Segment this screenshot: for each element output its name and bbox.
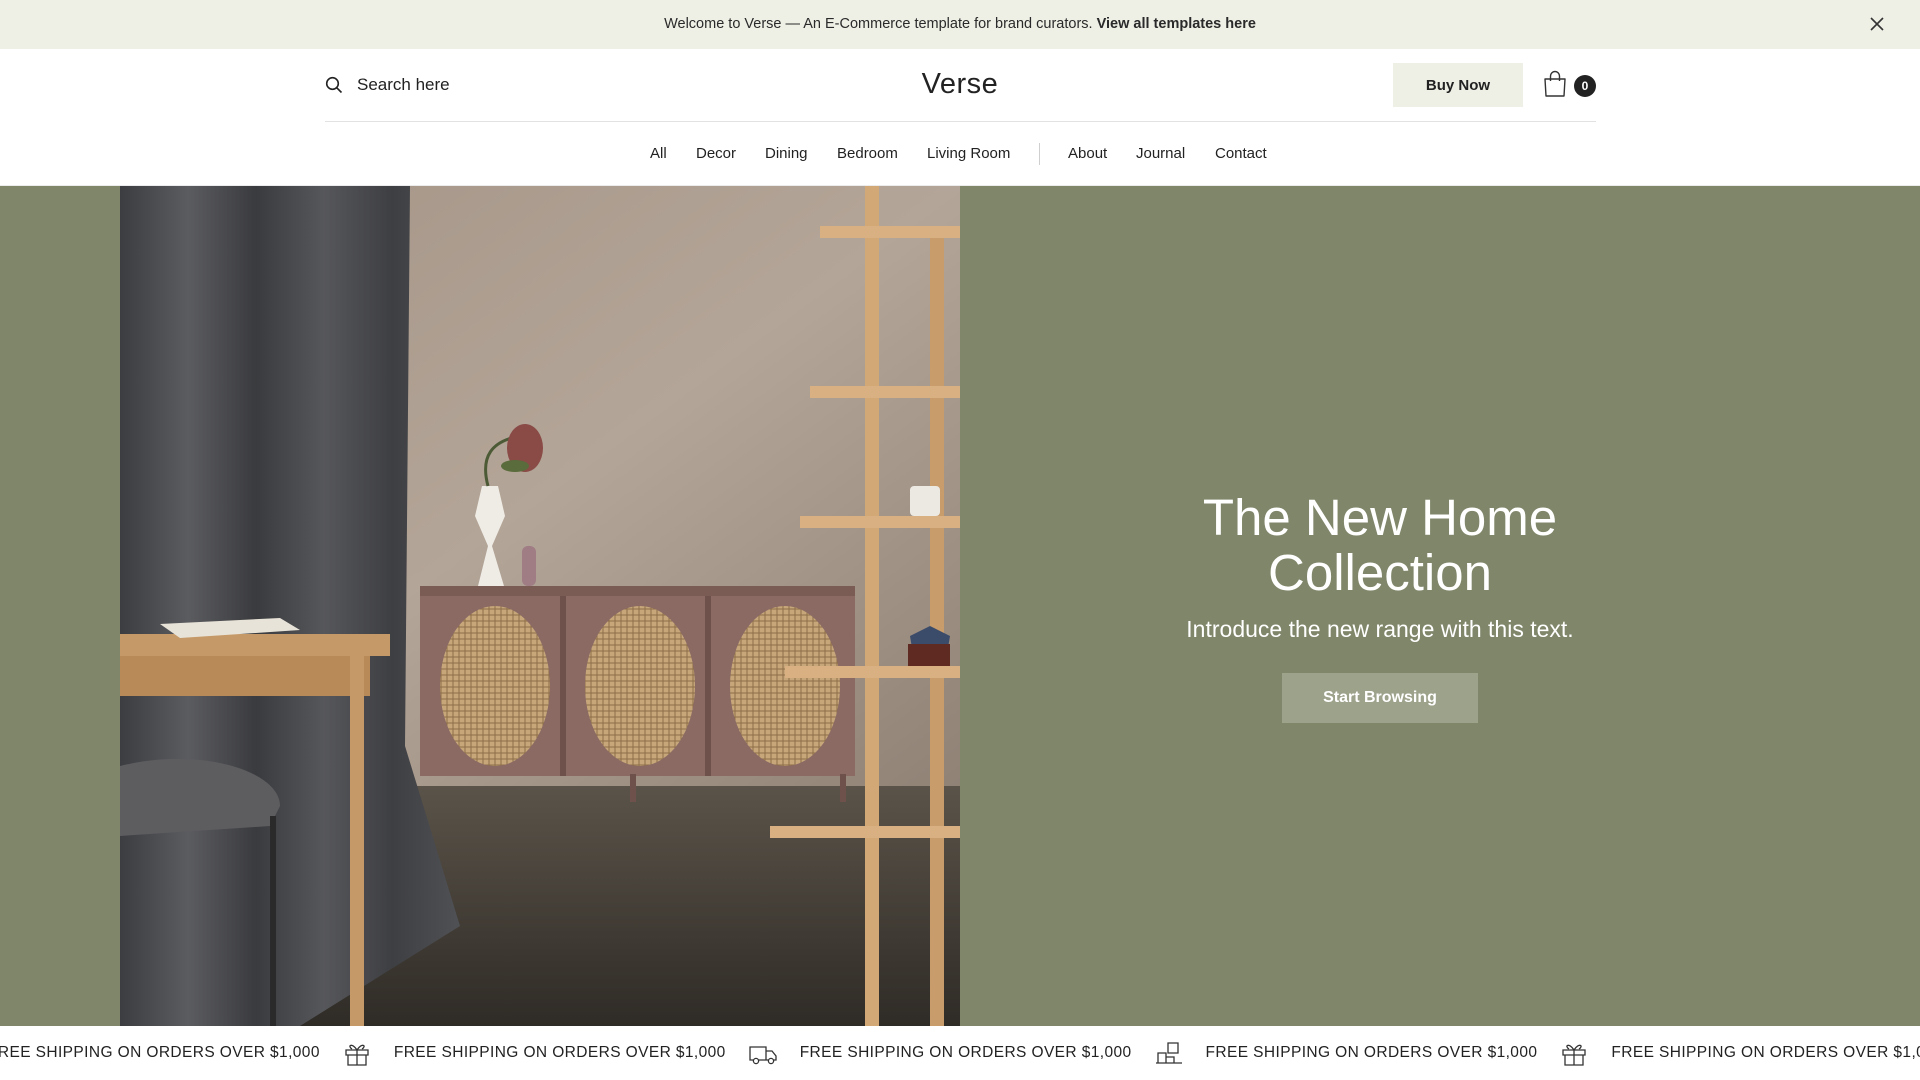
marquee-text: FREE SHIPPING ON ORDERS OVER $1,000 xyxy=(1611,1044,1920,1061)
shipping-marquee: FREE SHIPPING ON ORDERS OVER $1,000 FREE… xyxy=(0,1026,1920,1080)
marquee-track: FREE SHIPPING ON ORDERS OVER $1,000 FREE… xyxy=(0,1026,1920,1080)
nav-item-bedroom[interactable]: Bedroom xyxy=(837,145,898,162)
announcement-message: Welcome to Verse — An E-Commerce templat… xyxy=(664,16,1093,32)
marquee-text: FREE SHIPPING ON ORDERS OVER $1,000 xyxy=(1205,1044,1538,1061)
hero-title-line2: Collection xyxy=(1268,544,1492,601)
gift-box-icon xyxy=(345,1044,369,1066)
gift-box-icon xyxy=(1562,1044,1587,1066)
close-icon[interactable] xyxy=(1868,15,1886,33)
hero-title: The New Home Collection xyxy=(1130,490,1630,600)
nav-item-about[interactable]: About xyxy=(1068,145,1107,162)
nav-item-all[interactable]: All xyxy=(650,145,667,162)
marquee-text: FREE SHIPPING ON ORDERS OVER $1,000 xyxy=(0,1044,320,1061)
header-divider xyxy=(325,121,1596,122)
furniture-scene-image xyxy=(120,186,960,1026)
search-bar[interactable] xyxy=(325,70,625,100)
nav-separator xyxy=(1039,143,1040,165)
main-nav: All Decor Dining Bedroom Living Room Abo… xyxy=(0,145,1920,167)
search-icon[interactable] xyxy=(325,76,343,94)
announcement-bar: Welcome to Verse — An E-Commerce templat… xyxy=(0,0,1920,49)
start-browsing-button[interactable]: Start Browsing xyxy=(1282,673,1478,723)
marquee-text: FREE SHIPPING ON ORDERS OVER $1,000 xyxy=(799,1044,1132,1061)
nav-item-journal[interactable]: Journal xyxy=(1136,145,1185,162)
logo[interactable]: Verse xyxy=(860,68,1060,101)
search-input[interactable] xyxy=(357,75,617,95)
delivery-truck-icon xyxy=(749,1046,777,1065)
hero-section: The New Home Collection Introduce the ne… xyxy=(0,186,1920,1026)
view-templates-link[interactable]: View all templates here xyxy=(1097,16,1256,32)
hero-subtitle: Introduce the new range with this text. xyxy=(1186,616,1574,642)
shipping-package-icon xyxy=(1155,1042,1182,1064)
nav-item-contact[interactable]: Contact xyxy=(1215,145,1267,162)
cart-button[interactable]: 0 xyxy=(1543,70,1598,100)
buy-now-button[interactable]: Buy Now xyxy=(1393,63,1523,107)
nav-item-living-room[interactable]: Living Room xyxy=(927,145,1010,162)
marquee-text: FREE SHIPPING ON ORDERS OVER $1,000 xyxy=(393,1044,726,1061)
announcement-text: Welcome to Verse — An E-Commerce templat… xyxy=(0,16,1920,32)
cart-count-badge: 0 xyxy=(1574,75,1596,97)
shopping-bag-icon xyxy=(1544,70,1566,97)
hero-title-line1: The New Home xyxy=(1202,489,1558,546)
nav-item-decor[interactable]: Decor xyxy=(696,145,736,162)
nav-item-dining[interactable]: Dining xyxy=(765,145,808,162)
